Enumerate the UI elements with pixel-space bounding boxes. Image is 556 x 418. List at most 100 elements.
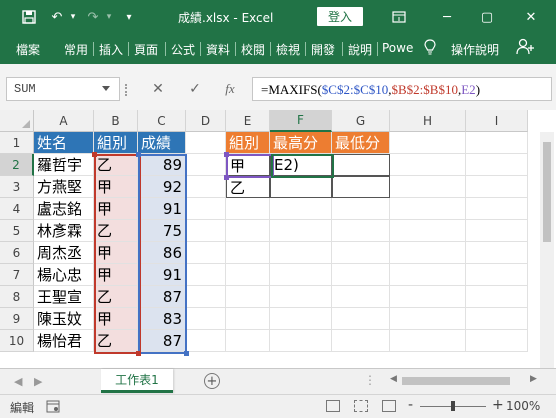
minimize-icon[interactable]: ─ [436, 6, 458, 28]
cell[interactable] [270, 198, 332, 220]
table-cell[interactable]: 甲 [94, 308, 138, 330]
row-header-6[interactable]: 6 [0, 242, 34, 264]
tell-me-button[interactable]: 操作說明 [451, 41, 499, 58]
tab-help[interactable]: 說明 [348, 41, 372, 58]
cell[interactable] [186, 286, 226, 308]
range-handle[interactable] [224, 175, 229, 180]
cell[interactable] [270, 308, 332, 330]
cell[interactable] [270, 242, 332, 264]
page-layout-view-icon[interactable] [354, 400, 368, 412]
table-cell[interactable]: 周杰丞 [34, 242, 94, 264]
cell[interactable] [186, 154, 226, 176]
table-cell[interactable]: 乙 [94, 286, 138, 308]
table-cell[interactable]: 林彥霖 [34, 220, 94, 242]
table-cell[interactable]: 91 [138, 264, 186, 286]
cell[interactable] [332, 308, 390, 330]
row-header-2[interactable]: 2 [0, 154, 34, 176]
cell[interactable] [390, 308, 466, 330]
cell[interactable] [466, 176, 528, 198]
enter-icon[interactable]: ✓ [186, 80, 204, 98]
row-header-7[interactable]: 7 [0, 264, 34, 286]
summary-cell[interactable]: 乙 [226, 176, 270, 198]
cell[interactable] [390, 286, 466, 308]
table-cell[interactable]: 王聖宣 [34, 286, 94, 308]
name-box-dropdown-icon[interactable] [102, 86, 110, 91]
column-header-e[interactable]: E [226, 110, 270, 132]
cell[interactable] [186, 132, 226, 154]
cell[interactable] [332, 286, 390, 308]
cell[interactable] [226, 264, 270, 286]
tab-split-handle[interactable]: ⋮ [364, 373, 376, 387]
close-icon[interactable]: ✕ [520, 6, 542, 28]
table-cell[interactable]: 甲 [94, 198, 138, 220]
vertical-scroll-thumb[interactable] [543, 142, 551, 242]
range-handle[interactable] [224, 152, 229, 157]
add-sheet-icon[interactable]: + [204, 373, 220, 389]
cell[interactable] [186, 330, 226, 352]
cell[interactable] [332, 264, 390, 286]
tab-data[interactable]: 資料 [206, 41, 230, 58]
normal-view-icon[interactable] [326, 400, 340, 412]
cell[interactable] [390, 330, 466, 352]
row-header-5[interactable]: 5 [0, 220, 34, 242]
zoom-slider-knob[interactable] [451, 401, 455, 411]
range-handle[interactable] [136, 152, 141, 157]
cell[interactable] [390, 264, 466, 286]
next-sheet-icon[interactable]: ▶ [34, 375, 42, 388]
lightbulb-icon[interactable] [424, 39, 436, 58]
column-header-b[interactable]: B [94, 110, 138, 132]
cell[interactable] [466, 154, 528, 176]
page-break-view-icon[interactable] [382, 400, 396, 412]
table-cell[interactable]: 89 [138, 154, 186, 176]
table-cell[interactable]: 盧志銘 [34, 198, 94, 220]
row-header-4[interactable]: 4 [0, 198, 34, 220]
table-cell[interactable]: 83 [138, 308, 186, 330]
cell[interactable] [186, 176, 226, 198]
cell[interactable] [466, 220, 528, 242]
table-cell[interactable]: 楊心忠 [34, 264, 94, 286]
table-cell[interactable]: 75 [138, 220, 186, 242]
tab-developer[interactable]: 開發 [311, 41, 335, 58]
summary-cell[interactable] [332, 176, 390, 198]
tab-home[interactable]: 常用 [64, 41, 88, 58]
cell[interactable] [332, 198, 390, 220]
cell[interactable] [466, 264, 528, 286]
cell[interactable] [186, 308, 226, 330]
row-header-9[interactable]: 9 [0, 308, 34, 330]
horizontal-scrollbar[interactable]: ◀ ▶ [390, 374, 540, 386]
cell[interactable] [466, 330, 528, 352]
cancel-icon[interactable]: ✕ [149, 80, 167, 98]
row-header-10[interactable]: 10 [0, 330, 34, 352]
tab-file[interactable]: 檔案 [16, 41, 40, 58]
share-icon[interactable] [516, 38, 534, 59]
summary-cell[interactable] [270, 176, 332, 198]
zoom-in-button[interactable]: + [492, 397, 504, 413]
tab-page-layout[interactable]: 頁面 [134, 41, 158, 58]
table-cell[interactable]: 91 [138, 198, 186, 220]
table-cell[interactable]: 甲 [94, 264, 138, 286]
cell[interactable] [226, 198, 270, 220]
scroll-right-icon[interactable]: ▶ [530, 374, 537, 384]
cell[interactable] [466, 286, 528, 308]
column-header-f[interactable]: F [270, 110, 332, 132]
summary-cell[interactable]: 甲 [226, 154, 270, 176]
cell[interactable] [186, 198, 226, 220]
cell[interactable] [466, 242, 528, 264]
login-button[interactable]: 登入 [317, 7, 363, 26]
cell[interactable] [466, 198, 528, 220]
restore-icon[interactable]: ▢ [476, 6, 498, 28]
table-cell[interactable]: 乙 [94, 220, 138, 242]
column-header-c[interactable]: C [138, 110, 186, 132]
cell[interactable] [332, 242, 390, 264]
range-handle[interactable] [184, 351, 189, 356]
table-cell[interactable]: 乙 [94, 330, 138, 352]
range-handle[interactable] [92, 152, 97, 157]
tab-formulas[interactable]: 公式 [171, 41, 195, 58]
zoom-out-button[interactable]: - [408, 397, 413, 413]
table-cell[interactable]: 甲 [94, 176, 138, 198]
prev-sheet-icon[interactable]: ◀ [14, 375, 22, 388]
table-header-cell[interactable]: 姓名 [34, 132, 94, 154]
table-header-cell[interactable]: 組別 [94, 132, 138, 154]
cell[interactable] [270, 286, 332, 308]
tab-review[interactable]: 校閱 [241, 41, 265, 58]
